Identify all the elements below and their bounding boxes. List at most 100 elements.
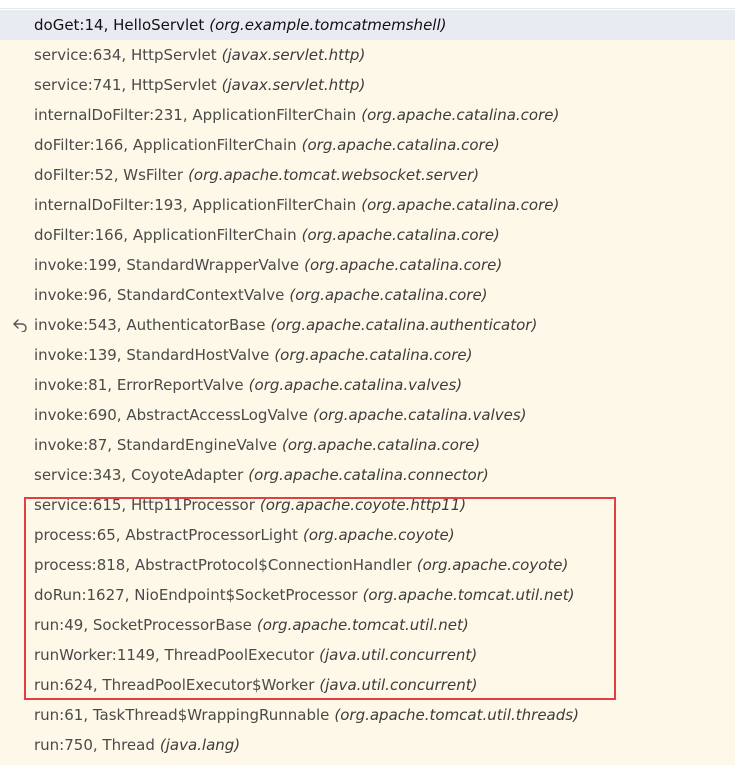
frame-method: run:624, (34, 676, 98, 694)
frame-package: (org.apache.catalina.connector) (248, 466, 489, 484)
stack-frames-list: doGet:14, HelloServlet (org.example.tomca… (0, 10, 735, 765)
frame-method: run:750, (34, 736, 98, 754)
frame-class: StandardContextValve (116, 286, 285, 304)
stack-frame-row[interactable]: doFilter:166, ApplicationFilterChain (org… (0, 220, 735, 250)
frame-class: AbstractProcessorLight (125, 526, 298, 544)
frame-method: doFilter:52, (34, 166, 119, 184)
frame-package: (org.apache.tomcat.websocket.server) (188, 166, 480, 184)
stack-frame-row[interactable]: internalDoFilter:231, ApplicationFilterC… (0, 100, 735, 130)
frame-method: invoke:87, (34, 436, 113, 454)
frame-class: Thread (102, 736, 155, 754)
stack-frame-row[interactable]: run:624, ThreadPoolExecutor$Worker (java.… (0, 670, 735, 700)
frame-class: HttpServlet (130, 46, 217, 64)
frame-method: run:61, (34, 706, 89, 724)
stack-frame-row[interactable]: doFilter:52, WsFilter (org.apache.tomcat.… (0, 160, 735, 190)
frame-package: (org.apache.catalina.valves) (313, 406, 527, 424)
frame-package: (java.util.concurrent) (319, 676, 478, 694)
stack-frame-row[interactable]: run:750, Thread (java.lang) (0, 730, 735, 760)
frame-package: (java.lang) (159, 736, 241, 754)
frame-method: doRun:1627, (34, 586, 130, 604)
stack-frame-row[interactable]: internalDoFilter:193, ApplicationFilterC… (0, 190, 735, 220)
frame-package: (org.apache.coyote) (303, 526, 455, 544)
stack-frame-row[interactable]: service:343, CoyoteAdapter (org.apache.ca… (0, 460, 735, 490)
frame-class: ApplicationFilterChain (192, 196, 357, 214)
frame-class: SocketProcessorBase (92, 616, 252, 634)
frame-method: invoke:81, (34, 376, 113, 394)
frame-method: service:741, (34, 76, 127, 94)
frame-class: AuthenticatorBase (126, 316, 266, 334)
frame-class: StandardEngineValve (116, 436, 278, 454)
frame-class: HelloServlet (113, 16, 205, 34)
frame-class: Http11Processor (130, 496, 255, 514)
frame-class: StandardWrapperValve (126, 256, 300, 274)
frame-package: (org.apache.tomcat.util.threads) (334, 706, 579, 724)
frame-method: runWorker:1149, (34, 646, 160, 664)
frame-class: AbstractAccessLogValve (126, 406, 309, 424)
stack-frame-row[interactable]: service:741, HttpServlet (javax.servlet.h… (0, 70, 735, 100)
frame-method: invoke:96, (34, 286, 113, 304)
frame-class: AbstractProtocol$ConnectionHandler (134, 556, 412, 574)
frame-class: HttpServlet (130, 76, 217, 94)
frame-package: (org.apache.catalina.core) (301, 226, 500, 244)
frame-package: (org.apache.catalina.core) (304, 256, 503, 274)
frame-method: invoke:199, (34, 256, 122, 274)
frame-class: WsFilter (123, 166, 184, 184)
frame-class: ApplicationFilterChain (132, 136, 297, 154)
frame-package: (org.apache.coyote) (416, 556, 569, 574)
frame-package: (org.example.tomcatmemshell) (209, 16, 447, 34)
frame-class: NioEndpoint$SocketProcessor (134, 586, 358, 604)
stack-frame-row[interactable]: run:49, SocketProcessorBase (org.apache.t… (0, 610, 735, 640)
frame-method: invoke:139, (34, 346, 122, 364)
frame-package: (org.apache.catalina.core) (282, 436, 481, 454)
stack-frame-row[interactable]: invoke:543, AuthenticatorBase (org.apache… (0, 310, 735, 340)
frame-package: (javax.servlet.http) (221, 76, 366, 94)
stack-frame-row[interactable]: service:634, HttpServlet (javax.servlet.h… (0, 40, 735, 70)
frame-method: service:615, (34, 496, 127, 514)
frame-method: internalDoFilter:193, (34, 196, 188, 214)
frame-method: process:818, (34, 556, 131, 574)
frame-package: (org.apache.catalina.core) (274, 346, 473, 364)
stack-frame-row[interactable]: invoke:81, ErrorReportValve (org.apache.c… (0, 370, 735, 400)
frame-package: (org.apache.catalina.core) (301, 136, 500, 154)
frame-method: invoke:690, (34, 406, 122, 424)
frame-class: TaskThread$WrappingRunnable (92, 706, 330, 724)
frame-method: doGet:14, (34, 16, 109, 34)
frame-method: service:634, (34, 46, 127, 64)
stack-frame-row[interactable]: invoke:87, StandardEngineValve (org.apach… (0, 430, 735, 460)
frame-class: ThreadPoolExecutor$Worker (102, 676, 315, 694)
stack-frame-row[interactable]: doFilter:166, ApplicationFilterChain (org… (0, 130, 735, 160)
stack-frame-row[interactable]: invoke:690, AbstractAccessLogValve (org.a… (0, 400, 735, 430)
stack-frame-row[interactable]: doGet:14, HelloServlet (org.example.tomca… (0, 10, 735, 40)
frame-class: CoyoteAdapter (130, 466, 244, 484)
frame-method: doFilter:166, (34, 226, 129, 244)
frame-class: ThreadPoolExecutor (164, 646, 315, 664)
stack-frame-row[interactable]: runWorker:1149, ThreadPoolExecutor (java.… (0, 640, 735, 670)
frame-package: (org.apache.catalina.core) (289, 286, 488, 304)
return-arrow-icon (12, 310, 28, 340)
frame-method: invoke:543, (34, 316, 122, 334)
frame-method: service:343, (34, 466, 127, 484)
stack-frame-row[interactable]: invoke:96, StandardContextValve (org.apac… (0, 280, 735, 310)
stack-frame-row[interactable]: doRun:1627, NioEndpoint$SocketProcessor(… (0, 580, 735, 610)
frame-class: StandardHostValve (126, 346, 270, 364)
frame-class: ApplicationFilterChain (192, 106, 357, 124)
stack-frame-row[interactable]: invoke:139, StandardHostValve (org.apache… (0, 340, 735, 370)
stack-frame-row[interactable]: run:61, TaskThread$WrappingRunnable (org.… (0, 700, 735, 730)
stack-frame-row[interactable]: invoke:199, StandardWrapperValve (org.apa… (0, 250, 735, 280)
stack-frame-row[interactable]: process:818, AbstractProtocol$Connection… (0, 550, 735, 580)
frame-method: doFilter:166, (34, 136, 129, 154)
frame-class: ApplicationFilterChain (132, 226, 297, 244)
frame-package: (org.apache.catalina.core) (361, 196, 560, 214)
frame-package: (org.apache.tomcat.util.net) (256, 616, 469, 634)
frame-package: (org.apache.catalina.authenticator) (270, 316, 538, 334)
frame-package: (org.apache.catalina.core) (361, 106, 560, 124)
stack-frame-row[interactable]: service:615, Http11Processor (org.apache.… (0, 490, 735, 520)
panel-top-strip (0, 0, 735, 9)
frame-class: ErrorReportValve (116, 376, 244, 394)
frame-package: (org.apache.tomcat.util.net) (362, 586, 575, 604)
stack-frame-row[interactable]: process:65, AbstractProcessorLight (org.a… (0, 520, 735, 550)
frame-method: internalDoFilter:231, (34, 106, 188, 124)
frame-package: (org.apache.coyote.http11) (259, 496, 467, 514)
frame-package: (java.util.concurrent) (319, 646, 478, 664)
frame-method: run:49, (34, 616, 89, 634)
